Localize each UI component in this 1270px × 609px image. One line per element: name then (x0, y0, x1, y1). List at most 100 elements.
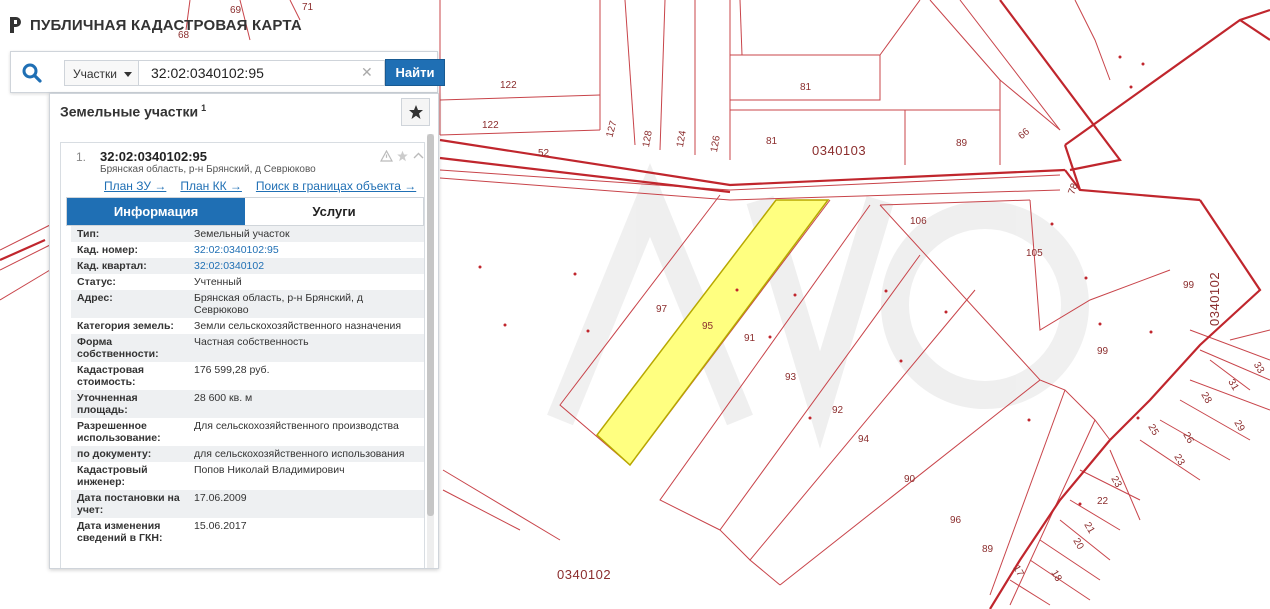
info-key: Кадастровый инженер: (77, 464, 148, 488)
info-key: Категория земель: (77, 320, 174, 332)
tab-information[interactable]: Информация (67, 198, 245, 225)
info-key: Дата постановки на учет: (71, 490, 188, 518)
plan-kk-link[interactable]: План КК → (180, 179, 242, 193)
logo-icon (10, 17, 21, 33)
svg-text:127: 127 (605, 119, 620, 138)
info-key: Кад. номер: (77, 244, 139, 256)
warning-icon[interactable] (380, 150, 393, 162)
table-row: Разрешенное использование: Для сельскохоз… (71, 418, 424, 446)
info-key: Уточненная площадь: (71, 390, 188, 418)
card-tabs: Информация Услуги (66, 197, 424, 226)
info-value-link[interactable]: 32:02:0340102 (188, 258, 424, 274)
info-value-link[interactable]: 32:02:0340102:95 (188, 242, 424, 258)
star-outline-icon[interactable] (396, 150, 409, 162)
info-key: Дата изменения сведений в ГКН: (77, 520, 163, 544)
info-value: Попов Николай Владимирович (194, 464, 345, 476)
results-count: 1 (201, 103, 207, 113)
app-header: ПУБЛИЧНАЯ КАДАСТРОВАЯ КАРТА (8, 15, 302, 35)
table-row: Форма собственности: Частная собственност… (71, 334, 424, 362)
result-card: 1. 32:02:0340102:95 Брянская область, р-… (60, 142, 425, 568)
svg-text:128: 128 (641, 129, 655, 148)
info-value: 176 599,28 руб. (194, 364, 270, 376)
info-value: Для сельскохозяйственного производства (194, 420, 399, 432)
panel-title-text: Земельные участки (60, 103, 199, 120)
svg-text:0340103: 0340103 (812, 143, 866, 158)
svg-text:29: 29 (1231, 418, 1246, 434)
result-address: Брянская область, р-н Брянский, д Севрюк… (100, 164, 316, 175)
info-value: Брянская область, р-н Брянский, д Севрюк… (188, 290, 424, 318)
info-key: Кад. квартал: (71, 258, 188, 274)
svg-text:81: 81 (766, 136, 778, 147)
svg-text:89: 89 (982, 544, 994, 555)
result-cadastral-number[interactable]: 32:02:0340102:95 (100, 149, 207, 164)
table-row: Статус: Учтенный (71, 274, 424, 290)
table-row: Дата постановки на учет: 17.06.2009 (71, 490, 424, 518)
search-icon[interactable] (21, 62, 43, 84)
result-index: 1. (76, 150, 87, 164)
svg-text:28: 28 (1198, 390, 1213, 406)
svg-text:25: 25 (1145, 422, 1160, 438)
info-key: Тип: (71, 226, 188, 242)
table-row: Кад. квартал: 32:02:0340102 (71, 258, 424, 274)
svg-text:99: 99 (1097, 346, 1109, 357)
svg-text:126: 126 (709, 134, 723, 153)
info-key: Кадастровая стоимость: (77, 364, 144, 388)
search-input[interactable] (139, 60, 385, 86)
tab-services[interactable]: Услуги (245, 198, 423, 225)
scroll-thumb[interactable] (427, 134, 434, 516)
svg-text:31: 31 (1225, 377, 1240, 393)
table-row: Кадастровая стоимость: 176 599,28 руб. (71, 362, 424, 390)
table-row: Тип: Земельный участок (71, 226, 424, 242)
info-key: Разрешенное использование: (77, 420, 161, 444)
results-panel: Земельные участки 1 1. 32:02:0340102:95 Б… (49, 93, 439, 569)
chevron-up-icon[interactable] (412, 150, 425, 162)
svg-text:92: 92 (832, 405, 844, 416)
close-icon[interactable]: ✕ (361, 65, 373, 79)
svg-text:91: 91 (744, 333, 756, 344)
favorites-button[interactable] (401, 98, 430, 126)
search-in-bounds-link[interactable]: Поиск в границах объекта → (256, 179, 416, 193)
svg-text:21: 21 (1081, 520, 1096, 536)
chevron-down-icon (124, 72, 132, 77)
table-row: Категория земель: Земли сельскохозяйствен… (71, 318, 424, 334)
table-row: Адрес: Брянская область, р-н Брянский, д … (71, 290, 424, 318)
info-value: 15.06.2017 (194, 520, 247, 532)
info-table: Тип: Земельный участок Кад. номер: 32:02:0… (71, 226, 424, 546)
svg-text:0340102: 0340102 (557, 567, 611, 582)
table-row: по документу: для сельскохозяйственного и… (71, 446, 424, 462)
card-links: План ЗУ → План КК → Поиск в границах объ… (104, 179, 416, 193)
table-row: Кад. номер: 32:02:0340102:95 (71, 242, 424, 258)
info-value: Частная собственность (188, 334, 424, 362)
search-type-select[interactable]: Участки (64, 60, 139, 86)
svg-text:52: 52 (538, 148, 550, 159)
svg-text:23: 23 (1171, 452, 1186, 468)
svg-text:94: 94 (858, 434, 870, 445)
svg-text:90: 90 (904, 474, 916, 485)
svg-text:99: 99 (1183, 280, 1195, 291)
table-row: Дата изменения сведений в ГКН: 15.06.2017 (71, 518, 424, 546)
search-type-label: Участки (73, 67, 117, 81)
svg-text:71: 71 (302, 2, 314, 13)
svg-text:93: 93 (785, 372, 797, 383)
info-key: Статус: (77, 276, 116, 288)
info-value: 17.06.2009 (188, 490, 424, 518)
svg-text:66: 66 (1016, 126, 1032, 142)
card-icons (380, 150, 425, 162)
info-key: Форма собственности: (71, 334, 188, 362)
scrollbar[interactable] (427, 134, 434, 568)
info-value: 28 600 кв. м (188, 390, 424, 418)
svg-text:96: 96 (950, 515, 962, 526)
plan-zu-link[interactable]: План ЗУ → (104, 179, 166, 193)
info-value: Земли сельскохозяйственного назначения (194, 320, 402, 332)
info-value: Учтенный (194, 276, 242, 288)
table-row: Уточненная площадь: 28 600 кв. м (71, 390, 424, 418)
svg-text:124: 124 (675, 129, 689, 148)
info-key: Адрес: (71, 290, 188, 318)
app-title: ПУБЛИЧНАЯ КАДАСТРОВАЯ КАРТА (30, 16, 302, 34)
svg-text:81: 81 (800, 82, 812, 93)
svg-text:33: 33 (1251, 360, 1266, 376)
svg-text:122: 122 (482, 120, 499, 131)
search-button[interactable]: Найти (385, 59, 445, 86)
star-icon (408, 105, 423, 119)
info-value: Земельный участок (188, 226, 424, 242)
